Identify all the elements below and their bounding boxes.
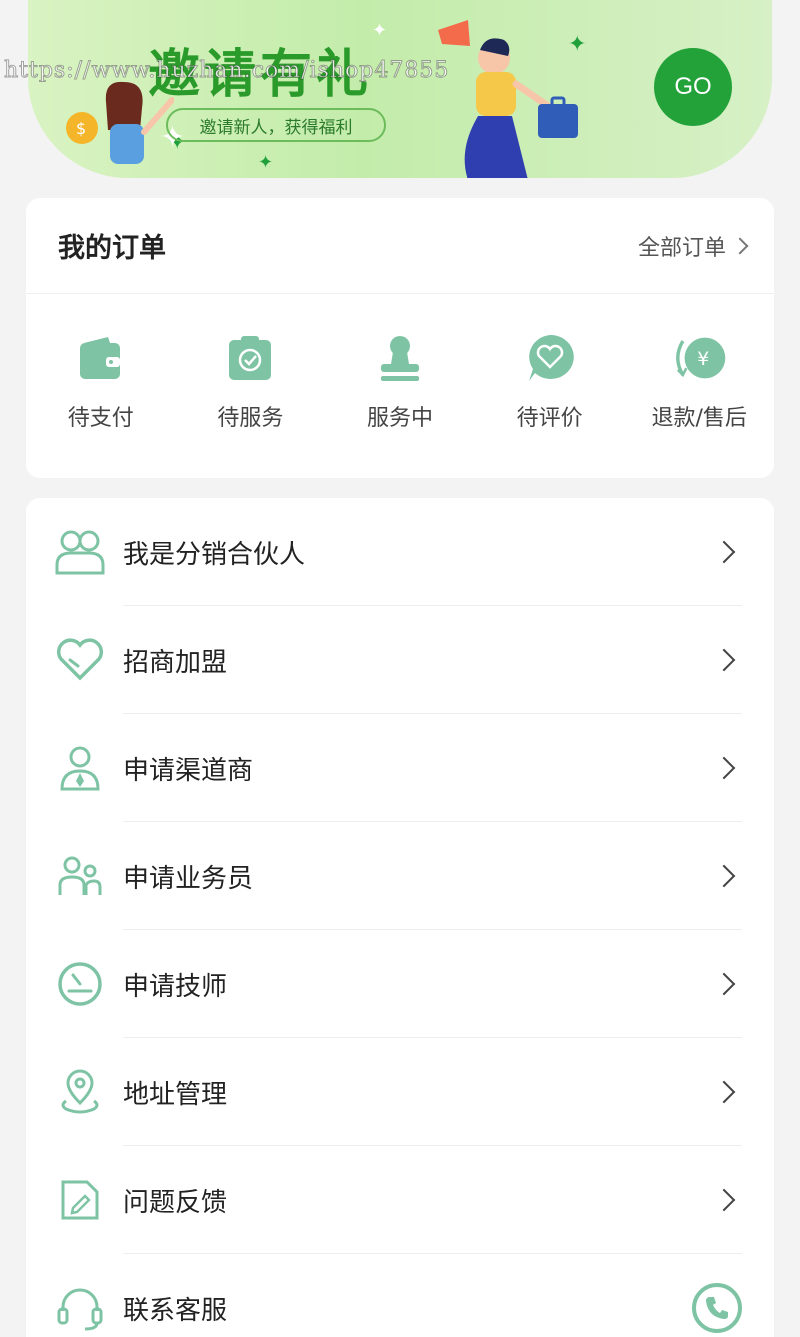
menu-item-address[interactable]: 地址管理 <box>26 1038 774 1146</box>
edit-note-icon <box>54 1174 106 1226</box>
sparkle-icon: ✦ <box>568 32 587 57</box>
heart-bubble-icon <box>522 330 578 386</box>
order-pending-payment[interactable]: 待支付 <box>31 330 171 432</box>
headset-icon <box>54 1282 106 1334</box>
chevron-right-icon <box>731 237 749 254</box>
stamp-icon <box>372 330 428 386</box>
order-label: 待支付 <box>67 406 134 431</box>
chevron-right-icon <box>712 540 736 564</box>
all-orders-label: 全部订单 <box>637 235 726 261</box>
menu-item-technician[interactable]: 申请技师 <box>26 930 774 1038</box>
watermark: https://www.huzhan.com/ishop47855 <box>3 58 450 84</box>
person-tie-icon <box>54 742 106 794</box>
svg-text:$: $ <box>76 119 86 138</box>
chevron-right-icon <box>712 756 736 780</box>
go-button[interactable]: GO <box>654 48 732 126</box>
menu-label: 申请技师 <box>123 971 228 1002</box>
menu-label: 问题反馈 <box>123 1187 228 1218</box>
wallet-icon <box>73 330 129 386</box>
staff-icon <box>54 850 106 902</box>
my-orders-card: 我的订单 全部订单 待支付 待服务 服务中 待评价 ¥ 退款/售后 <box>26 198 774 478</box>
menu-item-distribution-partner[interactable]: 我是分销合伙人 <box>26 498 774 606</box>
menu-label: 地址管理 <box>123 1079 228 1110</box>
order-label: 服务中 <box>366 406 433 431</box>
man-megaphone-illustration <box>438 20 578 178</box>
order-label: 待评价 <box>516 406 583 431</box>
chevron-right-icon <box>712 648 736 672</box>
chevron-right-icon <box>712 864 736 888</box>
sparkle-icon: ✦ <box>258 152 274 173</box>
order-pending-review[interactable]: 待评价 <box>480 330 620 432</box>
order-status-row: 待支付 待服务 服务中 待评价 ¥ 退款/售后 <box>26 294 774 432</box>
banner-subtitle-pill: 邀请新人，获得福利 <box>166 108 386 142</box>
clipboard-check-icon <box>222 330 278 386</box>
orders-title: 我的订单 <box>58 233 166 264</box>
refund-yen-icon: ¥ <box>671 330 727 386</box>
order-label: 待服务 <box>217 406 284 431</box>
phone-call-button[interactable] <box>692 1283 742 1333</box>
chevron-right-icon <box>712 972 736 996</box>
menu-label: 我是分销合伙人 <box>123 539 306 570</box>
menu-item-channel-dealer[interactable]: 申请渠道商 <box>26 714 774 822</box>
service-menu-card: 我是分销合伙人 招商加盟 申请渠道商 申请业务员 申请技师 地址管理 问题反馈 … <box>26 498 774 1337</box>
menu-item-customer-service[interactable]: 联系客服 <box>26 1254 774 1337</box>
gauge-icon <box>54 958 106 1010</box>
order-label: 退款/售后 <box>651 406 747 431</box>
banner-subtitle: 邀请新人，获得福利 <box>199 117 353 138</box>
chevron-right-icon <box>712 1080 736 1104</box>
menu-label: 申请业务员 <box>123 863 254 894</box>
heart-icon <box>54 634 106 686</box>
order-pending-service[interactable]: 待服务 <box>180 330 320 432</box>
menu-label: 联系客服 <box>123 1295 228 1326</box>
sparkle-icon: ✦ <box>372 20 388 41</box>
location-pin-icon <box>54 1066 106 1118</box>
menu-item-franchise[interactable]: 招商加盟 <box>26 606 774 714</box>
all-orders-link[interactable]: 全部订单 <box>637 230 749 262</box>
phone-icon <box>706 1297 728 1319</box>
svg-text:¥: ¥ <box>697 349 709 370</box>
orders-header: 我的订单 全部订单 <box>26 198 774 294</box>
invite-banner[interactable]: $ ✦ ✦ ✦ ✦ ✦ 邀请有礼 邀请新人，获得福利 GO <box>28 0 772 178</box>
menu-label: 招商加盟 <box>123 647 228 678</box>
menu-item-salesperson[interactable]: 申请业务员 <box>26 822 774 930</box>
chevron-right-icon <box>712 1188 736 1212</box>
menu-label: 申请渠道商 <box>123 755 254 786</box>
order-refund-aftersale[interactable]: ¥ 退款/售后 <box>629 330 769 432</box>
order-in-service[interactable]: 服务中 <box>330 330 470 432</box>
partners-icon <box>54 526 106 578</box>
menu-item-feedback[interactable]: 问题反馈 <box>26 1146 774 1254</box>
